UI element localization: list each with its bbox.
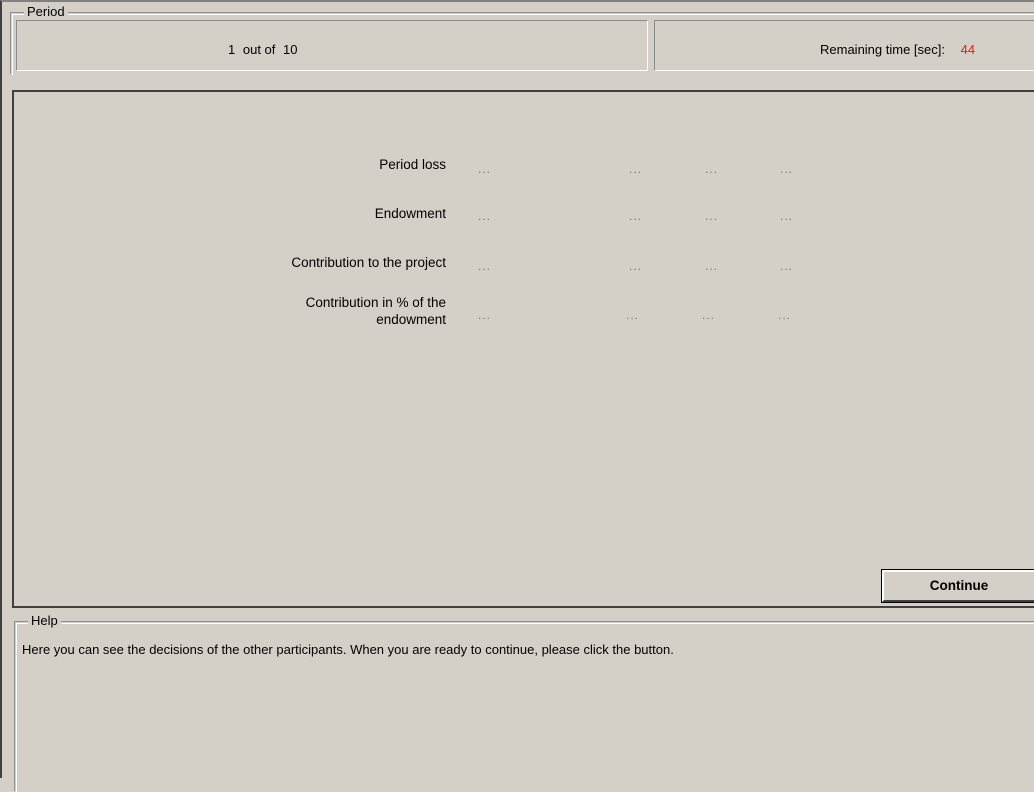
remaining-time: Remaining time [sec]: 44 — [820, 42, 975, 57]
remaining-time-label: Remaining time [sec]: — [820, 42, 945, 57]
help-text: Here you can see the decisions of the ot… — [22, 642, 674, 657]
contribution-percent-value-2: ... — [626, 308, 640, 322]
endowment-value-4: ... — [780, 209, 794, 223]
window-frame: Period 1 out of 10 Remaining time [sec]:… — [0, 0, 1034, 792]
contribution-percent-value-3: ... — [702, 308, 716, 322]
endowment-value-2: ... — [629, 209, 643, 223]
contribution-label: Contribution to the project — [291, 255, 446, 270]
contribution-value-4: ... — [780, 259, 794, 273]
period-loss-label: Period loss — [379, 157, 446, 172]
endowment-label: Endowment — [374, 206, 446, 221]
help-legend: Help — [28, 614, 61, 628]
contribution-percent-label-line2: endowment — [376, 312, 446, 327]
period-loss-value-1: ... — [478, 162, 492, 176]
period-loss-value-4: ... — [780, 162, 794, 176]
period-loss-value-2: ... — [629, 162, 643, 176]
period-progress: 1 out of 10 — [228, 42, 297, 57]
period-out-of-label: out of — [242, 42, 276, 57]
continue-button[interactable]: Continue — [881, 569, 1034, 603]
contribution-percent-label: Contribution in % of the endowment — [206, 294, 446, 328]
contribution-percent-value-1: ... — [478, 308, 492, 322]
endowment-value-3: ... — [705, 209, 719, 223]
period-progress-box — [16, 20, 648, 71]
period-current: 1 — [228, 42, 236, 57]
remaining-time-value: 44 — [960, 42, 976, 57]
period-legend: Period — [24, 5, 68, 19]
contribution-percent-value-4: ... — [778, 308, 792, 322]
contribution-value-2: ... — [629, 259, 643, 273]
contribution-value-1: ... — [478, 259, 492, 273]
endowment-value-1: ... — [478, 209, 492, 223]
contribution-percent-label-line1: Contribution in % of the — [305, 295, 446, 310]
period-total: 10 — [283, 42, 298, 57]
period-loss-value-3: ... — [705, 162, 719, 176]
results-panel — [12, 90, 1034, 608]
contribution-value-3: ... — [705, 259, 719, 273]
